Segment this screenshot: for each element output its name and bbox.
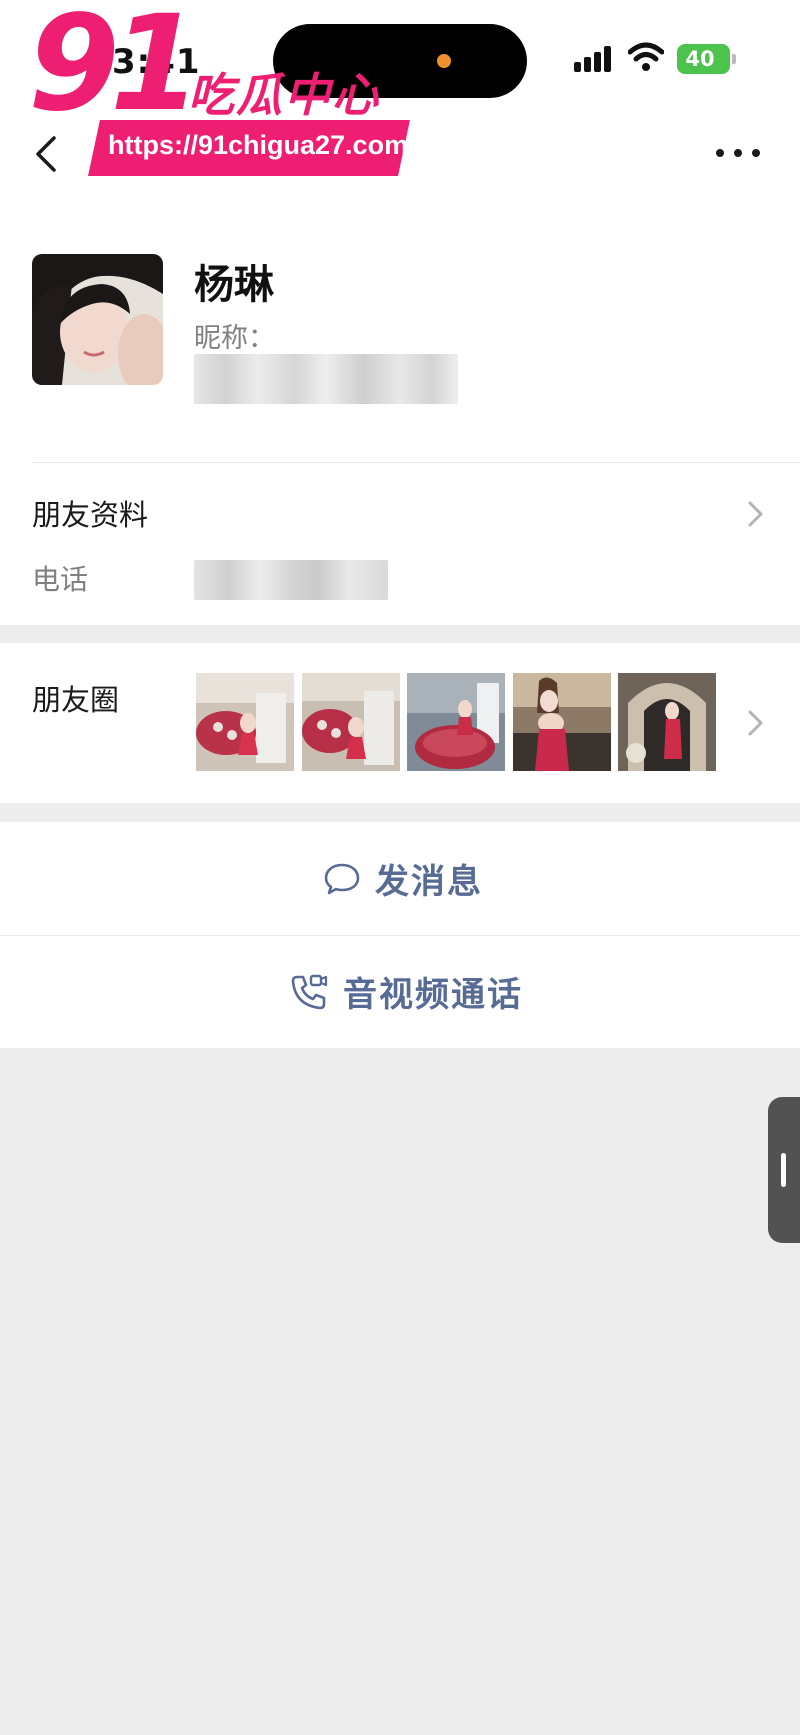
moments-thumbnail[interactable] <box>513 673 611 771</box>
moments-row[interactable]: 朋友圈 <box>0 643 800 803</box>
nickname-redacted <box>194 354 458 404</box>
battery-icon: 40 <box>677 44 736 74</box>
send-message-button[interactable]: 发消息 <box>0 822 800 935</box>
moments-thumbnail[interactable] <box>302 673 400 771</box>
chat-bubble-icon <box>324 863 360 894</box>
signal-icon <box>574 46 614 72</box>
profile-header-card: 3:41 40 91 吃瓜中心 https://91chigua27.com 杨… <box>0 0 800 625</box>
audio-video-call-label: 音视频通话 <box>343 975 523 1015</box>
audio-video-call-button[interactable]: 音视频通话 <box>0 935 800 1048</box>
contact-profile-page: 3:41 40 91 吃瓜中心 https://91chigua27.com 杨… <box>0 0 800 1735</box>
friend-info-row[interactable]: 朋友资料 <box>0 470 800 560</box>
battery-level: 40 <box>685 47 715 71</box>
chevron-right-icon <box>748 501 763 527</box>
send-message-label: 发消息 <box>375 862 483 902</box>
watermark-number: 91 <box>28 0 202 141</box>
moments-thumbnail[interactable] <box>618 673 716 771</box>
floating-side-handle[interactable] <box>768 1097 800 1243</box>
moments-label: 朋友圈 <box>32 683 120 717</box>
watermark-logo: 91 吃瓜中心 https://91chigua27.com <box>28 0 418 180</box>
profile-divider <box>32 462 800 463</box>
moments-thumbnail[interactable] <box>407 673 505 771</box>
phone-label: 电话 <box>32 563 89 596</box>
moments-thumbnail[interactable] <box>196 673 294 771</box>
watermark-title: 吃瓜中心 <box>188 68 380 122</box>
phone-video-icon <box>291 974 328 1009</box>
phone-redacted <box>194 560 388 600</box>
more-icon[interactable] <box>716 140 764 166</box>
nickname-label: 昵称： <box>194 323 275 354</box>
friend-info-title: 朋友资料 <box>32 498 149 532</box>
chevron-right-icon <box>748 710 763 736</box>
camera-indicator-icon <box>437 54 451 68</box>
profile-name: 杨琳 <box>194 262 274 308</box>
watermark-url: https://91chigua27.com <box>108 130 409 160</box>
wifi-icon <box>628 42 664 71</box>
action-card: 发消息 音视频通话 <box>0 822 800 1048</box>
avatar[interactable] <box>32 254 163 385</box>
